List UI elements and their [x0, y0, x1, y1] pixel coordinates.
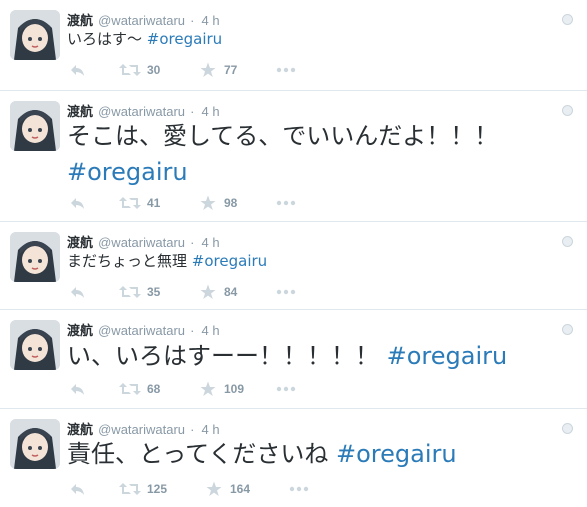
display-name[interactable]: 渡航	[67, 14, 93, 29]
more-options-icon[interactable]	[276, 62, 296, 78]
timestamp[interactable]: 4 h	[202, 323, 220, 338]
timestamp[interactable]: 4 h	[202, 422, 220, 437]
avatar[interactable]	[10, 232, 60, 282]
favorite-icon[interactable]	[200, 195, 216, 211]
more-options-icon[interactable]	[276, 195, 296, 211]
favorite-count[interactable]: 84	[224, 285, 237, 299]
reply-icon[interactable]	[69, 62, 87, 78]
retweet-icon[interactable]	[119, 481, 141, 497]
favorite-icon[interactable]	[206, 481, 222, 497]
globe-icon	[562, 236, 573, 247]
retweet-count[interactable]: 41	[147, 196, 160, 210]
user-handle[interactable]: @watariwataru	[98, 13, 185, 28]
favorite-count[interactable]: 164	[230, 482, 250, 496]
tweet-body: 責任、とってくださいね	[67, 440, 329, 468]
favorite-count[interactable]: 98	[224, 196, 237, 210]
retweet-icon[interactable]	[119, 381, 141, 397]
globe-icon	[562, 105, 573, 116]
retweet-count[interactable]: 68	[147, 382, 160, 396]
tweet-body: いろはす〜	[67, 30, 143, 48]
user-handle[interactable]: @watariwataru	[98, 104, 185, 119]
tweet-item[interactable]: 渡航 @watariwataru · 4 h そこは、愛してる、でいいんだよ！！…	[0, 91, 587, 222]
separator-dot: ·	[190, 323, 195, 338]
avatar[interactable]	[10, 101, 60, 151]
user-handle[interactable]: @watariwataru	[98, 323, 185, 338]
user-handle[interactable]: @watariwataru	[98, 235, 185, 250]
timestamp[interactable]: 4 h	[202, 104, 220, 119]
user-handle[interactable]: @watariwataru	[98, 422, 185, 437]
tweet-text: まだちょっと無理 #oregairu	[67, 251, 267, 271]
tweet-item[interactable]: 渡航 @watariwataru · 4 h い、いろはすーー！！！！！ #or…	[0, 310, 587, 409]
hashtag-link[interactable]: #oregairu	[387, 342, 508, 370]
retweet-icon[interactable]	[119, 195, 141, 211]
separator-dot: ·	[190, 13, 195, 28]
favorite-icon[interactable]	[200, 62, 216, 78]
more-options-icon[interactable]	[276, 381, 296, 397]
retweet-icon[interactable]	[119, 62, 141, 78]
timestamp[interactable]: 4 h	[202, 235, 220, 250]
tweet-body: そこは、愛してる、でいいんだよ！！！	[67, 122, 499, 150]
tweet-text: いろはす〜 #oregairu	[67, 29, 222, 49]
hashtag-link[interactable]: #oregairu	[147, 30, 222, 48]
globe-icon	[562, 14, 573, 25]
tweet-header: 渡航 @watariwataru · 4 h	[67, 320, 220, 339]
globe-icon	[562, 423, 573, 434]
favorite-count[interactable]: 109	[224, 382, 244, 396]
tweet-header: 渡航 @watariwataru · 4 h	[67, 232, 220, 251]
tweet-item[interactable]: 渡航 @watariwataru · 4 h まだちょっと無理 #oregair…	[0, 222, 587, 310]
tweet-text: そこは、愛してる、でいいんだよ！！！ #oregairu	[67, 118, 498, 190]
more-options-icon[interactable]	[276, 284, 296, 300]
display-name[interactable]: 渡航	[67, 324, 93, 339]
tweet-text: 責任、とってくださいね #oregairu	[67, 436, 457, 472]
hashtag-link[interactable]: #oregairu	[67, 154, 498, 190]
tweet-text: い、いろはすーー！！！！！ #oregairu	[67, 338, 507, 374]
tweet-body: い、いろはすーー！！！！！	[67, 342, 379, 370]
favorite-icon[interactable]	[200, 284, 216, 300]
hashtag-link[interactable]: #oregairu	[336, 440, 457, 468]
separator-dot: ·	[190, 235, 195, 250]
timestamp[interactable]: 4 h	[202, 13, 220, 28]
avatar[interactable]	[10, 320, 60, 370]
display-name[interactable]: 渡航	[67, 236, 93, 251]
retweet-icon[interactable]	[119, 284, 141, 300]
retweet-count[interactable]: 125	[147, 482, 167, 496]
retweet-count[interactable]: 30	[147, 63, 160, 77]
tweet-item[interactable]: 渡航 @watariwataru · 4 h いろはす〜 #oregairu 3…	[0, 0, 587, 91]
reply-icon[interactable]	[69, 284, 87, 300]
favorite-icon[interactable]	[200, 381, 216, 397]
tweet-body: まだちょっと無理	[67, 252, 188, 270]
more-options-icon[interactable]	[289, 481, 309, 497]
reply-icon[interactable]	[69, 195, 87, 211]
tweet-item[interactable]: 渡航 @watariwataru · 4 h 責任、とってくださいね #oreg…	[0, 409, 587, 507]
avatar[interactable]	[10, 10, 60, 60]
favorite-count[interactable]: 77	[224, 63, 237, 77]
globe-icon	[562, 324, 573, 335]
tweet-header: 渡航 @watariwataru · 4 h	[67, 10, 220, 29]
avatar[interactable]	[10, 419, 60, 469]
hashtag-link[interactable]: #oregairu	[192, 252, 267, 270]
separator-dot: ·	[190, 422, 195, 437]
reply-icon[interactable]	[69, 481, 87, 497]
separator-dot: ·	[190, 104, 195, 119]
retweet-count[interactable]: 35	[147, 285, 160, 299]
reply-icon[interactable]	[69, 381, 87, 397]
